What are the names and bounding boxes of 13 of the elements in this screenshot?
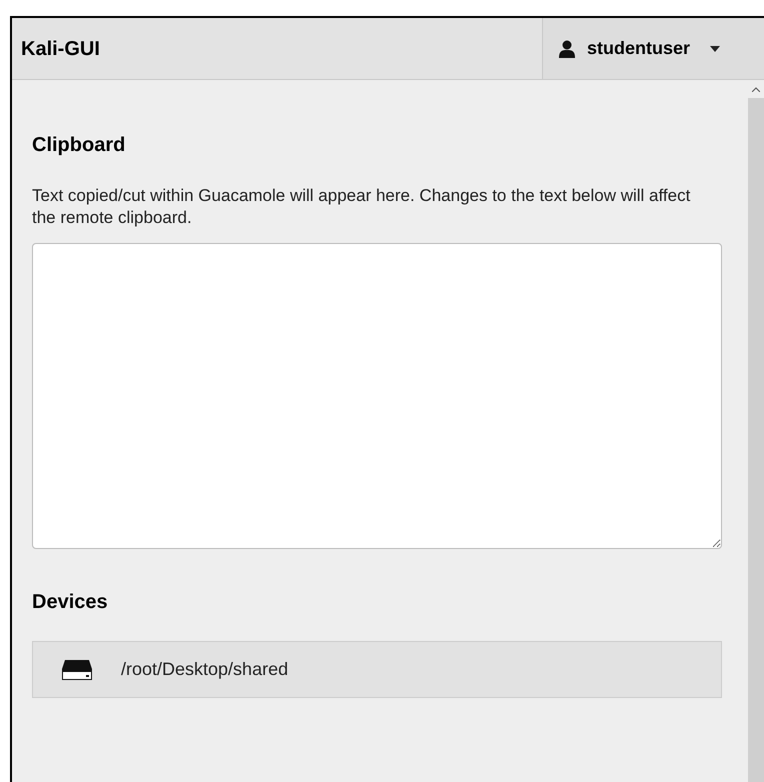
device-path: /root/Desktop/shared: [121, 658, 288, 681]
user-icon: [559, 40, 575, 58]
clipboard-text-area[interactable]: [32, 243, 722, 549]
clipboard-description: Text copied/cut within Guacamole will appear here. Changes to the text below will affect the remote clipboard.: [32, 185, 692, 229]
caret-icon: [710, 46, 720, 52]
scrollbar[interactable]: [748, 80, 764, 782]
user-menu[interactable]: studentuser: [542, 18, 764, 79]
drive-icon: [61, 658, 93, 680]
app-title: Kali-GUI: [21, 36, 100, 62]
devices-heading: Devices: [32, 590, 109, 615]
clipboard-heading: Clipboard: [32, 133, 126, 158]
device-row[interactable]: /root/Desktop/shared: [32, 641, 722, 698]
scroll-up-icon: [752, 86, 760, 92]
